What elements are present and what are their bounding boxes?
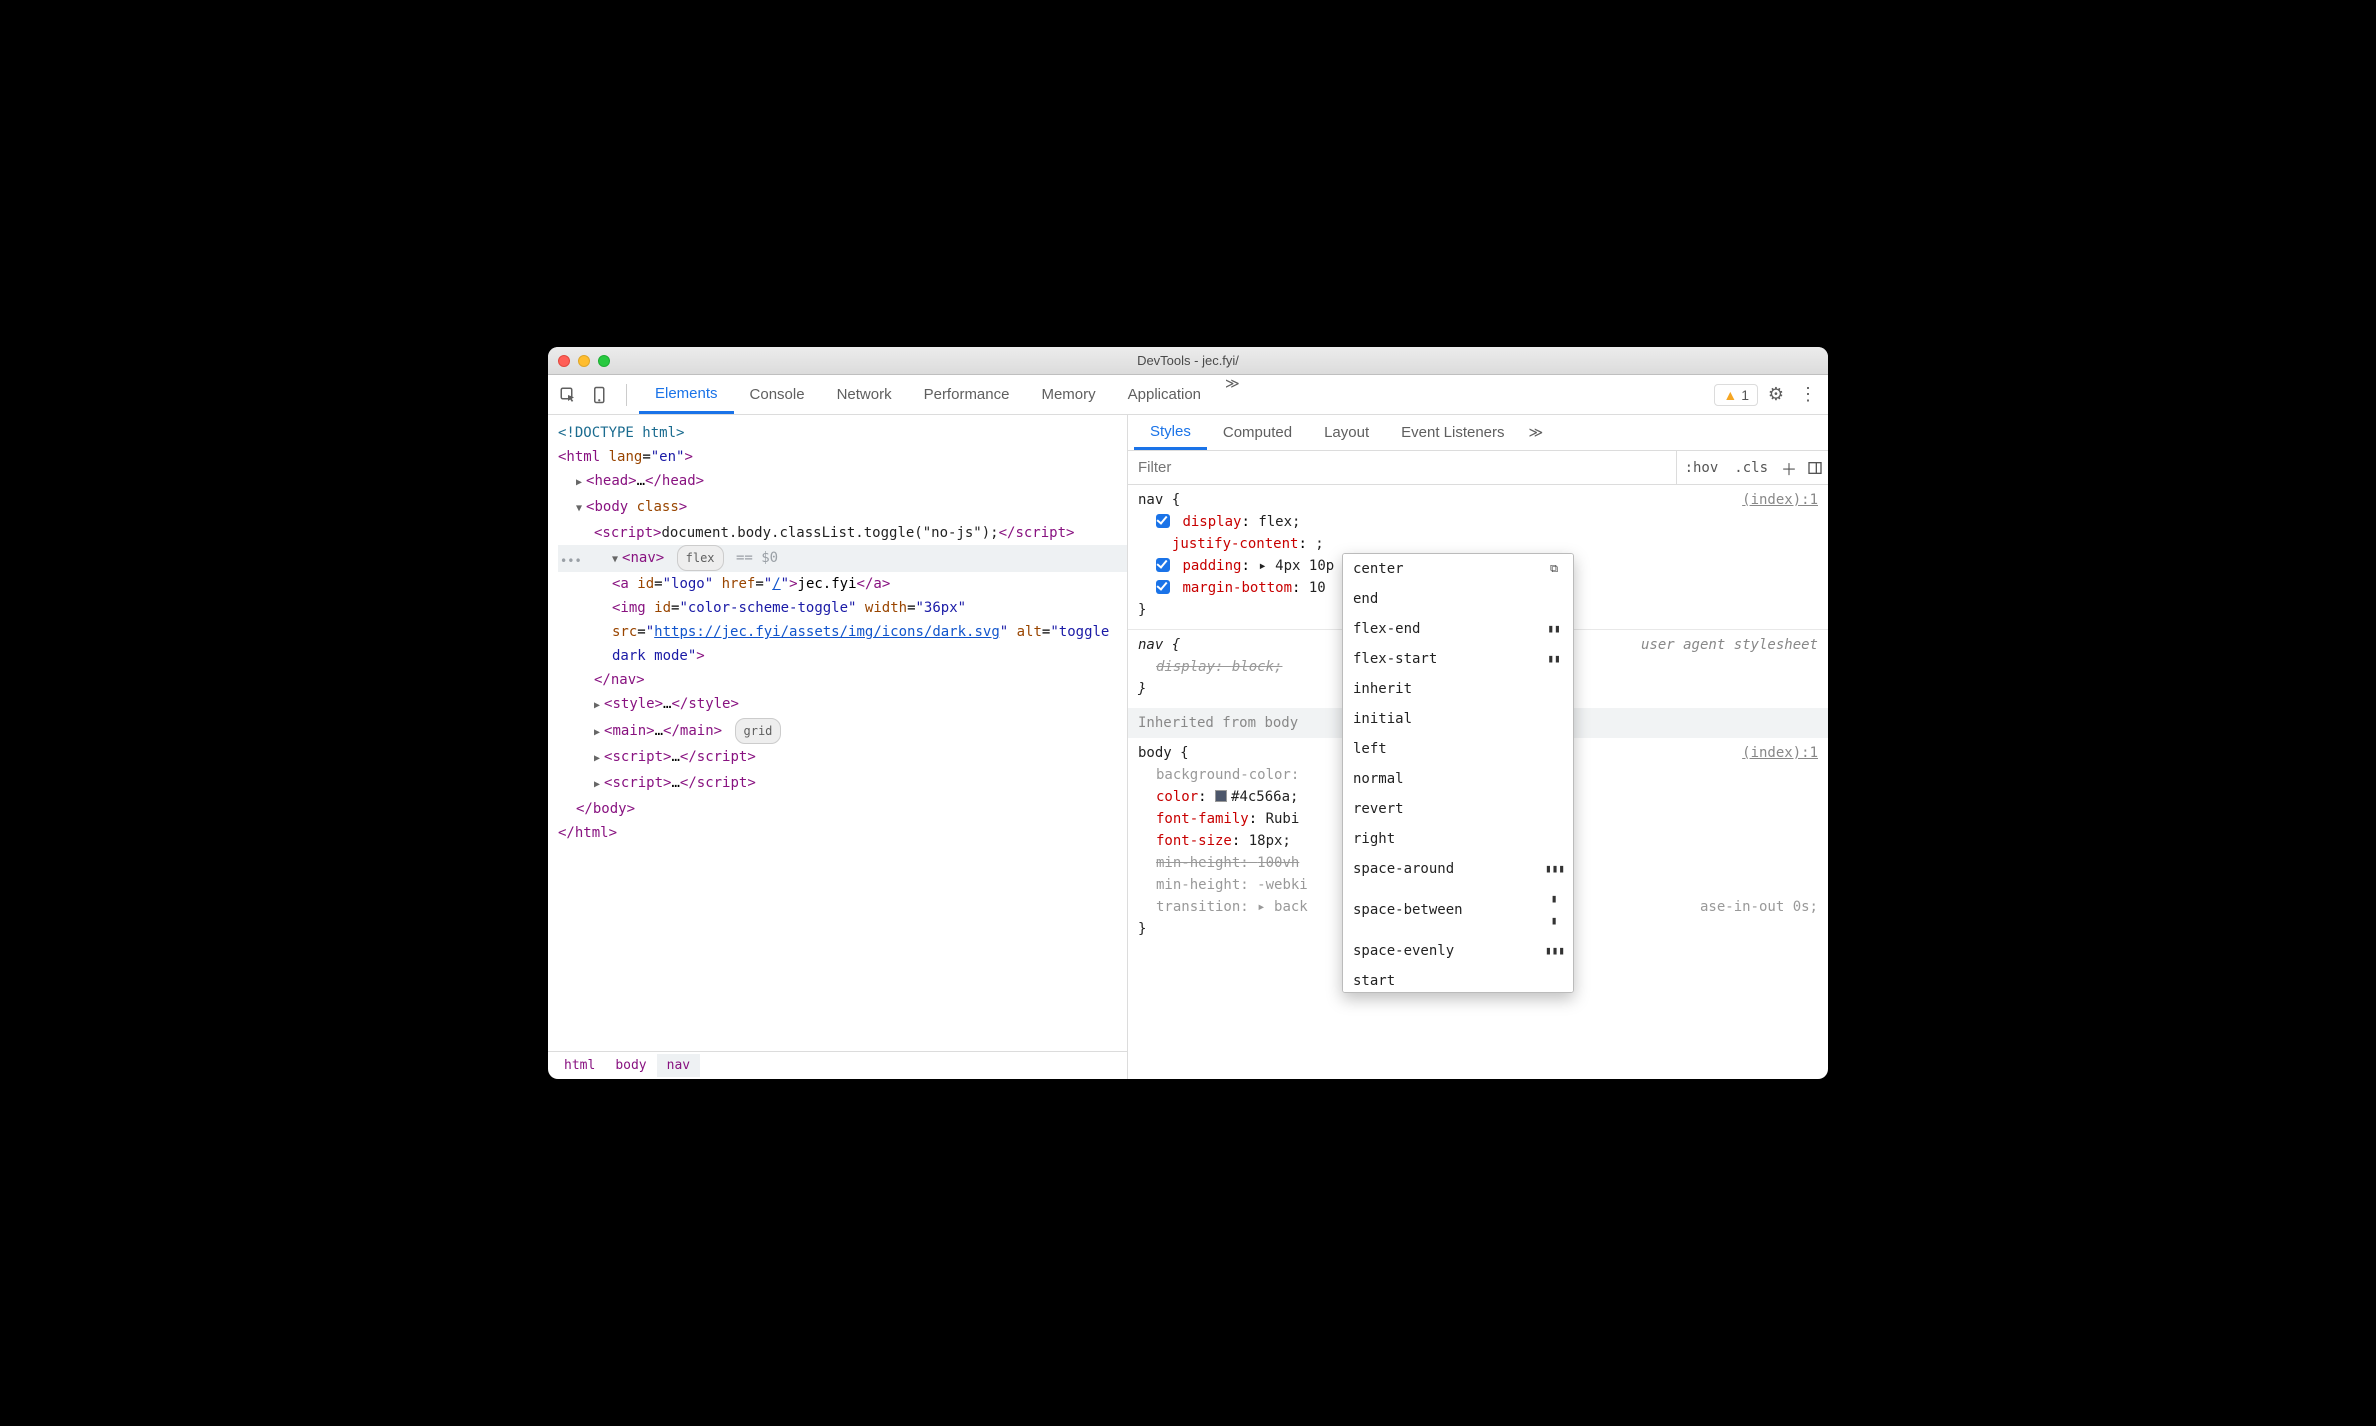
tab-application[interactable]: Application	[1112, 375, 1217, 414]
toolbar-divider	[626, 384, 627, 406]
maximize-window-button[interactable]	[598, 355, 610, 367]
main-content: <!DOCTYPE html><html lang="en"><head>…</…	[548, 415, 1828, 1079]
autocomplete-item[interactable]: inherit	[1343, 674, 1573, 704]
rule-source-link[interactable]: (index):1	[1742, 489, 1818, 511]
main-tabs: Elements Console Network Performance Mem…	[639, 375, 1240, 414]
autocomplete-item[interactable]: space-around▮▮▮	[1343, 854, 1573, 884]
crumb-nav[interactable]: nav	[657, 1054, 700, 1077]
settings-gear-icon[interactable]: ⚙	[1762, 381, 1790, 409]
rtab-event-listeners[interactable]: Event Listeners	[1385, 415, 1520, 450]
filter-input[interactable]	[1128, 451, 1677, 484]
dom-line[interactable]: <script>document.body.classList.toggle("…	[558, 521, 1127, 545]
devtools-window: DevTools - jec.fyi/ Elements Console Net…	[548, 347, 1828, 1079]
autocomplete-item[interactable]: start	[1343, 966, 1573, 993]
expand-caret-icon[interactable]	[576, 473, 586, 489]
rtab-computed[interactable]: Computed	[1207, 415, 1308, 450]
autocomplete-item[interactable]: left	[1343, 734, 1573, 764]
expand-caret-icon[interactable]	[576, 499, 586, 515]
new-rule-plus-icon[interactable]: ＋	[1776, 456, 1802, 480]
warnings-badge[interactable]: ▲ 1	[1714, 384, 1758, 406]
window-title: DevTools - jec.fyi/	[548, 353, 1828, 368]
prop-justify-content[interactable]: justify-content: ;	[1138, 533, 1818, 555]
dom-tree[interactable]: <!DOCTYPE html><html lang="en"><head>…</…	[548, 415, 1127, 1051]
tab-memory[interactable]: Memory	[1025, 375, 1111, 414]
dom-line[interactable]: <img id="color-scheme-toggle" width="36p…	[558, 596, 1127, 668]
autocomplete-item[interactable]: space-evenly▮▮▮	[1343, 936, 1573, 966]
crumb-html[interactable]: html	[554, 1054, 605, 1077]
prop-display[interactable]: display: flex;	[1138, 511, 1818, 533]
panel-layout-icon[interactable]	[1802, 460, 1828, 476]
autocomplete-item[interactable]: initial	[1343, 704, 1573, 734]
more-tabs-chevron-icon[interactable]: ≫	[1225, 375, 1240, 414]
main-toolbar: Elements Console Network Performance Mem…	[548, 375, 1828, 415]
rtab-styles[interactable]: Styles	[1134, 415, 1207, 450]
autocomplete-item[interactable]: flex-start▮▮	[1343, 644, 1573, 674]
dom-line[interactable]: </body>	[558, 797, 1127, 821]
autocomplete-item[interactable]: space-between▮ ▮	[1343, 884, 1573, 936]
dom-line[interactable]: <body class>	[558, 495, 1127, 521]
dom-line[interactable]: <nav> flex == $0	[558, 545, 1127, 572]
dom-line[interactable]: <script>…</script>	[558, 771, 1127, 797]
autocomplete-item[interactable]: center⧉	[1343, 554, 1573, 584]
styles-panel: Styles Computed Layout Event Listeners ≫…	[1128, 415, 1828, 1079]
autocomplete-item[interactable]: revert	[1343, 794, 1573, 824]
dom-line[interactable]: <head>…</head>	[558, 469, 1127, 495]
color-swatch-icon[interactable]	[1215, 790, 1227, 802]
expand-caret-icon[interactable]	[594, 749, 604, 765]
warning-icon: ▲	[1723, 387, 1737, 403]
dom-line[interactable]: <html lang="en">	[558, 445, 1127, 469]
autocomplete-item[interactable]: flex-end▮▮	[1343, 614, 1573, 644]
rule-source-link[interactable]: (index):1	[1742, 742, 1818, 764]
device-toggle-icon[interactable]	[586, 381, 614, 409]
tab-performance[interactable]: Performance	[908, 375, 1026, 414]
rule-selector[interactable]: nav {	[1138, 489, 1818, 511]
traffic-lights	[558, 355, 610, 367]
autocomplete-dropdown[interactable]: center⧉endflex-end▮▮flex-start▮▮inheriti…	[1342, 553, 1574, 993]
expand-caret-icon[interactable]	[612, 550, 622, 566]
elements-panel: <!DOCTYPE html><html lang="en"><head>…</…	[548, 415, 1128, 1079]
expand-caret-icon[interactable]	[594, 775, 604, 791]
dom-line[interactable]: <script>…</script>	[558, 745, 1127, 771]
autocomplete-item[interactable]: normal	[1343, 764, 1573, 794]
rtab-layout[interactable]: Layout	[1308, 415, 1385, 450]
crumb-body[interactable]: body	[605, 1054, 656, 1077]
tab-console[interactable]: Console	[734, 375, 821, 414]
dom-line[interactable]: <style>…</style>	[558, 692, 1127, 718]
dom-line[interactable]: </nav>	[558, 668, 1127, 692]
autocomplete-item[interactable]: right	[1343, 824, 1573, 854]
warnings-count: 1	[1741, 387, 1749, 403]
dom-line[interactable]: <main>…</main> grid	[558, 718, 1127, 745]
window-titlebar: DevTools - jec.fyi/	[548, 347, 1828, 375]
checkbox-icon[interactable]	[1156, 580, 1170, 594]
dom-line[interactable]: </html>	[558, 821, 1127, 845]
minimize-window-button[interactable]	[578, 355, 590, 367]
dom-line[interactable]: <!DOCTYPE html>	[558, 421, 1127, 445]
close-window-button[interactable]	[558, 355, 570, 367]
cls-toggle[interactable]: .cls	[1726, 460, 1776, 476]
breadcrumb-bar: html body nav	[548, 1051, 1127, 1079]
rule-source-ua: user agent stylesheet	[1641, 634, 1818, 656]
autocomplete-item[interactable]: end	[1343, 584, 1573, 614]
checkbox-icon[interactable]	[1156, 514, 1170, 528]
styles-list[interactable]: (index):1 nav { display: flex; justify-c…	[1128, 485, 1828, 1079]
expand-caret-icon[interactable]	[594, 696, 604, 712]
hov-toggle[interactable]: :hov	[1677, 460, 1727, 476]
styles-tabs: Styles Computed Layout Event Listeners ≫	[1128, 415, 1828, 451]
kebab-menu-icon[interactable]: ⋮	[1794, 381, 1822, 409]
dom-line[interactable]: <a id="logo" href="/">jec.fyi</a>	[558, 572, 1127, 596]
tab-network[interactable]: Network	[821, 375, 908, 414]
filter-bar: :hov .cls ＋	[1128, 451, 1828, 485]
expand-caret-icon[interactable]	[594, 723, 604, 739]
styles-more-chevron-icon[interactable]: ≫	[1529, 424, 1544, 441]
inspect-element-icon[interactable]	[554, 381, 582, 409]
tab-elements[interactable]: Elements	[639, 375, 734, 414]
checkbox-icon[interactable]	[1156, 558, 1170, 572]
